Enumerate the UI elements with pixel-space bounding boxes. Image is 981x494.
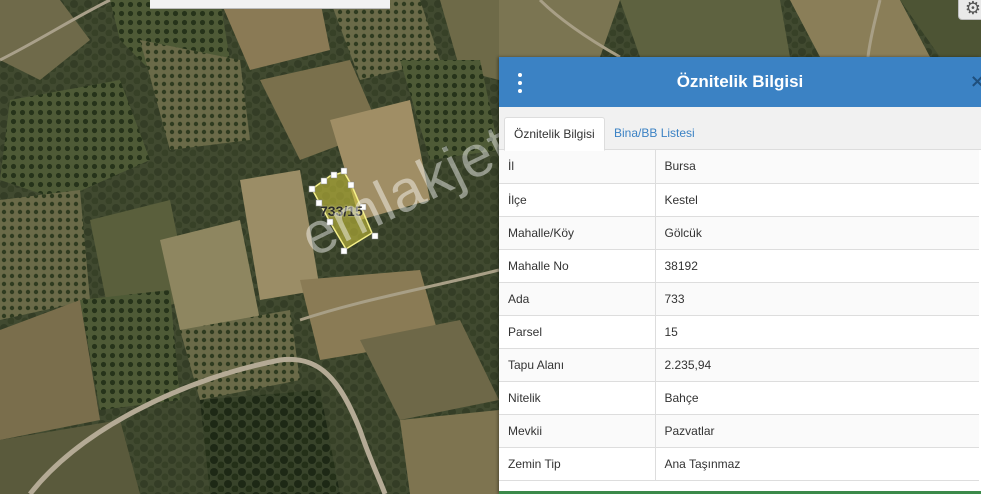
attr-key: İl bbox=[499, 150, 656, 184]
tab-attribute-info[interactable]: Öznitelik Bilgisi bbox=[504, 117, 605, 151]
attr-value: 733 bbox=[655, 282, 979, 316]
attr-value: Ana Taşınmaz bbox=[655, 447, 979, 481]
attr-value: Pazvatlar bbox=[655, 414, 979, 448]
table-row: Zemin Tip Ana Taşınmaz bbox=[499, 447, 979, 481]
attr-key: Parsel bbox=[499, 315, 656, 349]
attr-key: Nitelik bbox=[499, 381, 656, 415]
attr-value: 2.235,94 bbox=[655, 348, 979, 382]
attribute-panel: Öznitelik Bilgisi × Öznitelik Bilgisi Bi… bbox=[499, 57, 981, 494]
table-row: Tapu Alanı 2.235,94 bbox=[499, 348, 979, 382]
attr-value: Gölcük bbox=[655, 216, 979, 250]
attr-key: Mahalle/Köy bbox=[499, 216, 656, 250]
table-row: İlçe Kestel bbox=[499, 183, 979, 217]
panel-title: Öznitelik Bilgisi bbox=[676, 72, 804, 91]
attr-key: İlçe bbox=[499, 183, 656, 217]
attr-value: 38192 bbox=[655, 249, 979, 283]
table-row: Nitelik Bahçe bbox=[499, 381, 979, 415]
attr-value: Kestel bbox=[655, 183, 979, 217]
tab-building-list[interactable]: Bina/BB Listesi bbox=[605, 117, 704, 149]
attr-value: 15 bbox=[655, 315, 979, 349]
table-row: Ada 733 bbox=[499, 282, 979, 316]
attr-value: Bursa bbox=[655, 150, 979, 184]
attr-value: Bahçe bbox=[655, 381, 979, 415]
attr-key: Mahalle No bbox=[499, 249, 656, 283]
table-row: Mahalle No 38192 bbox=[499, 249, 979, 283]
map-search-bar[interactable] bbox=[150, 0, 390, 9]
panel-header: Öznitelik Bilgisi × bbox=[499, 57, 981, 107]
table-row: Parsel 15 bbox=[499, 315, 979, 349]
close-icon[interactable]: × bbox=[970, 71, 981, 92]
attr-key: Mevkii bbox=[499, 414, 656, 448]
panel-tabs: Öznitelik Bilgisi Bina/BB Listesi bbox=[499, 107, 981, 151]
attribute-table: İl Bursa İlçe Kestel Mahalle/Köy Gölcük Mah… bbox=[499, 150, 979, 481]
table-row: Mevkii Pazvatlar bbox=[499, 414, 979, 448]
table-row: Mahalle/Köy Gölcük bbox=[499, 216, 979, 250]
parcel-label: 733/15 bbox=[320, 203, 363, 219]
table-row: İl Bursa bbox=[499, 150, 979, 184]
attr-key: Tapu Alanı bbox=[499, 348, 656, 382]
vertical-dots-icon[interactable] bbox=[515, 73, 525, 93]
attr-key: Zemin Tip bbox=[499, 447, 656, 481]
attr-key: Ada bbox=[499, 282, 656, 316]
gear-icon[interactable]: ⚙ bbox=[958, 0, 981, 20]
